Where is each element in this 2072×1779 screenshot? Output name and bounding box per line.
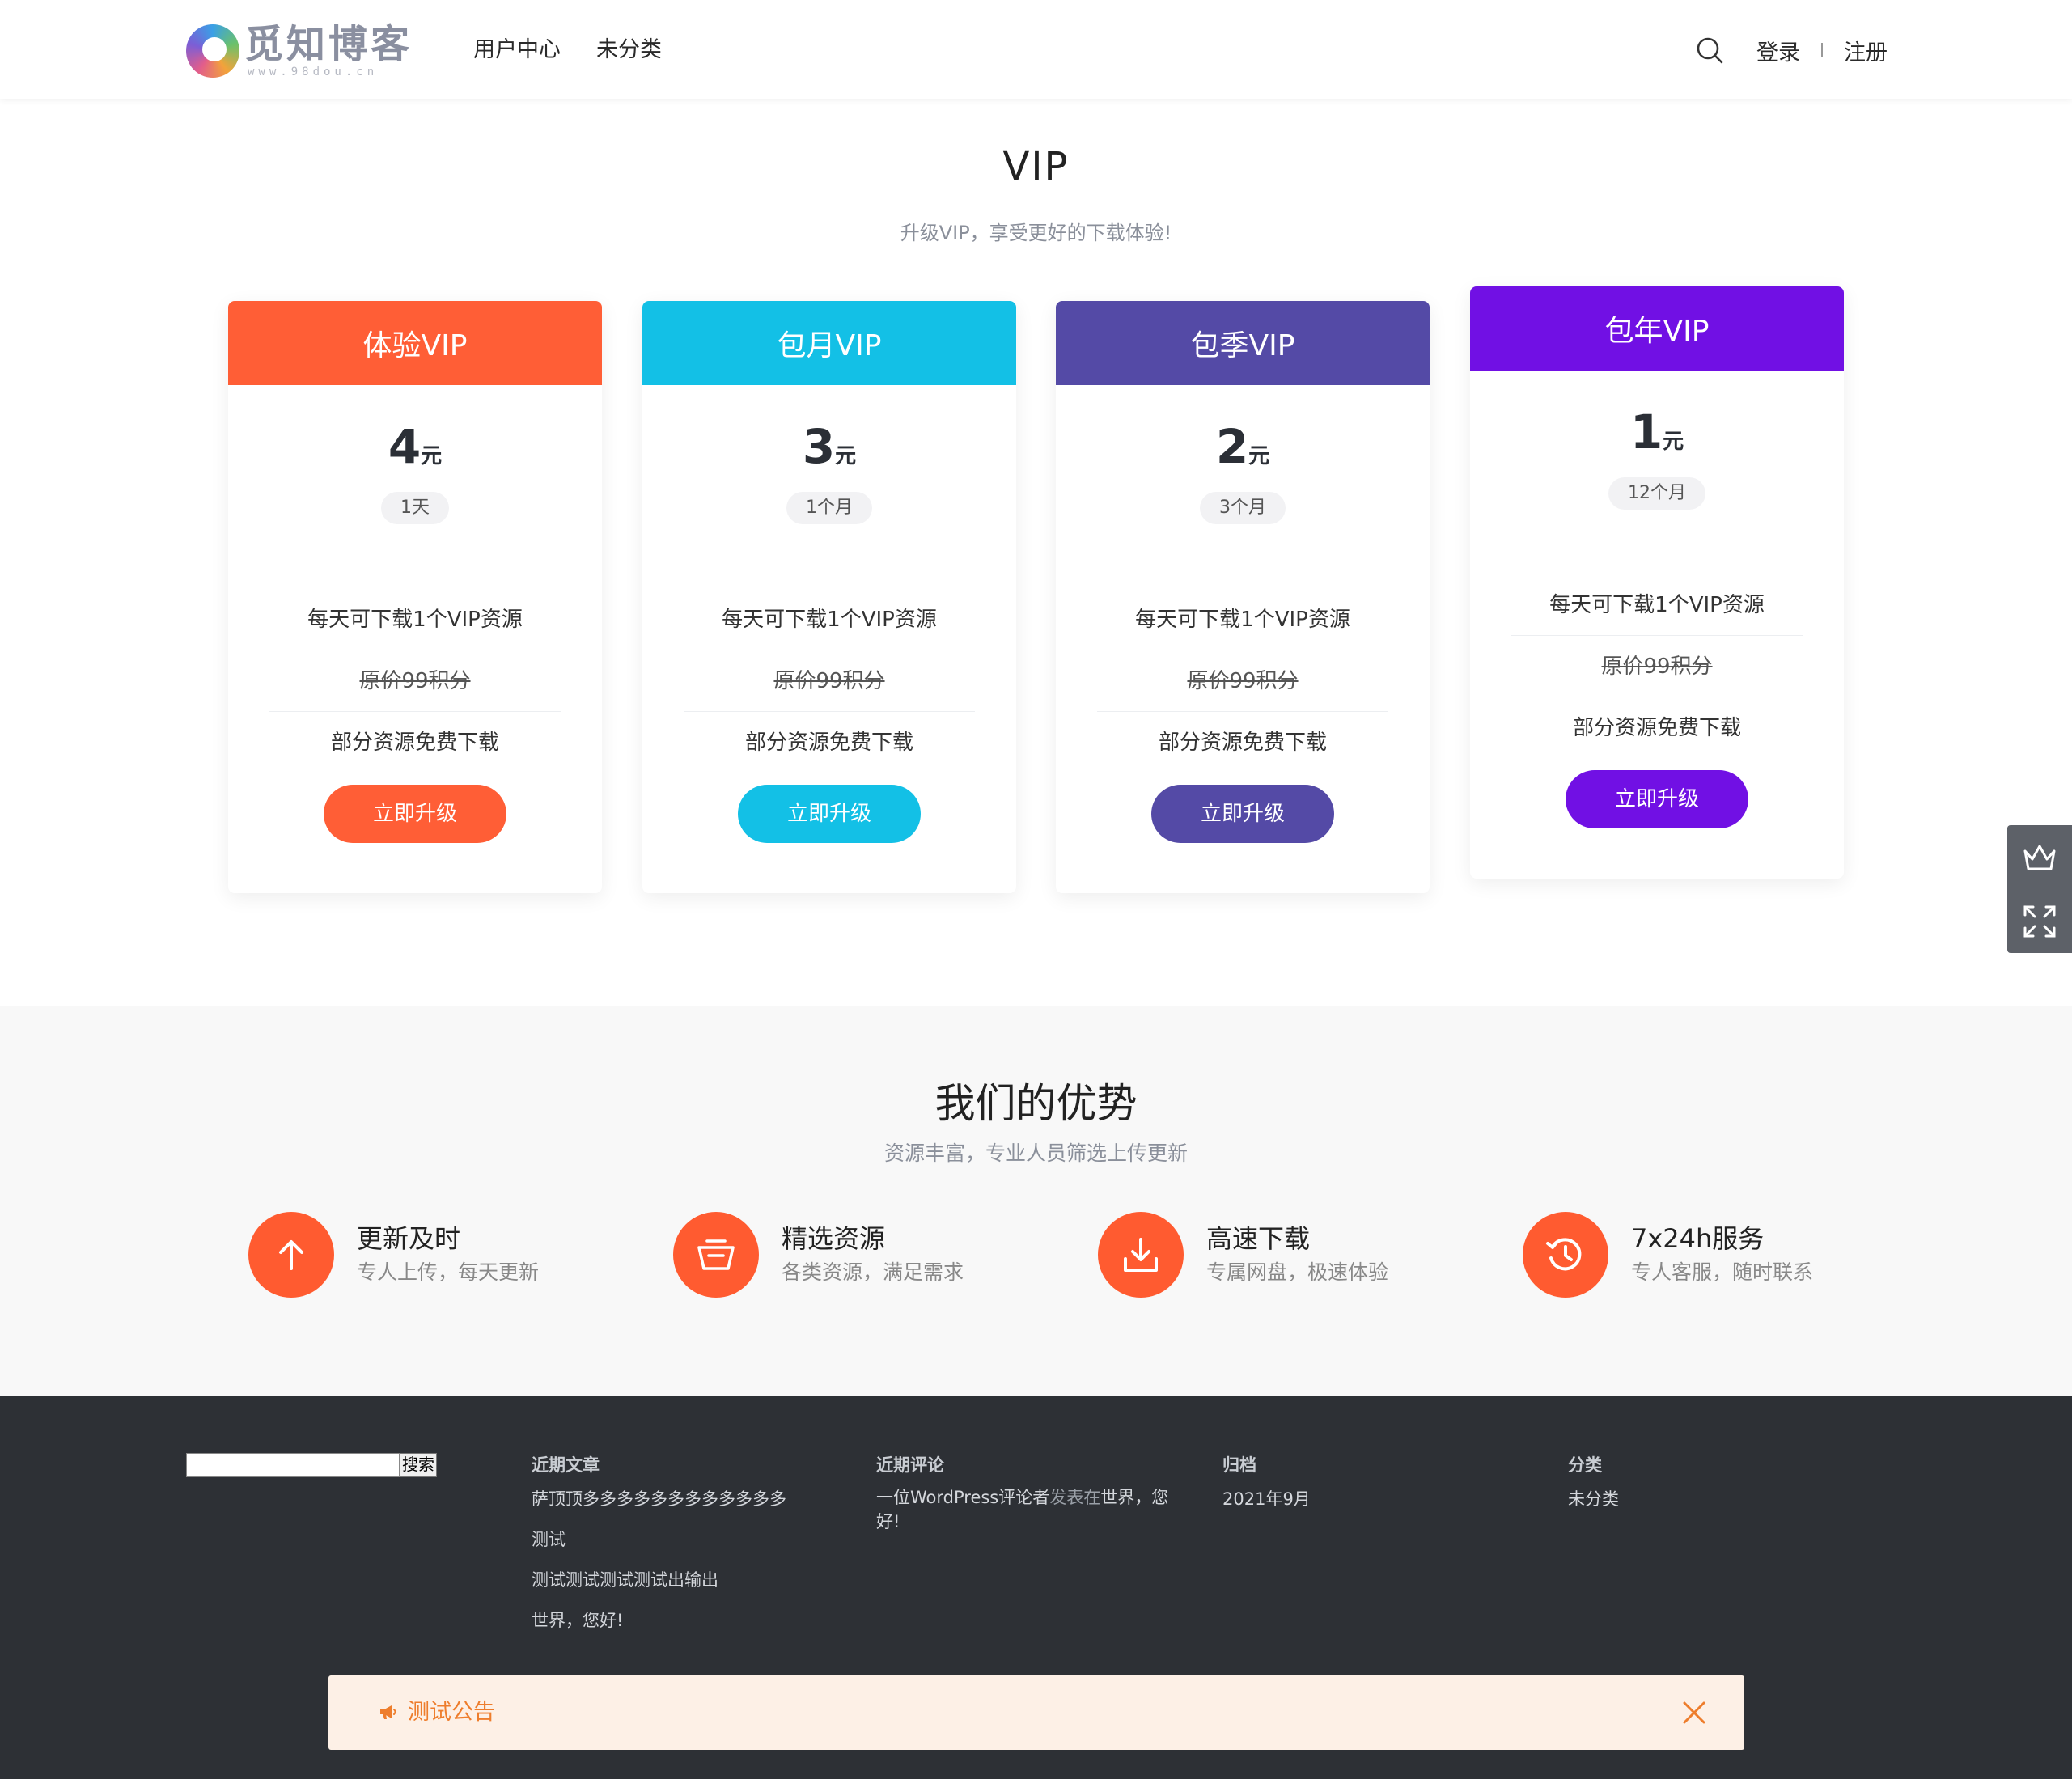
plan-header: 包年VIP	[1470, 286, 1844, 371]
main-nav: 用户中心 未分类	[473, 32, 662, 68]
advantage-name: 7x24h服务	[1631, 1223, 1765, 1254]
plan-period: 3个月	[1200, 492, 1286, 524]
footer-search-input[interactable]	[186, 1453, 400, 1477]
upgrade-button[interactable]: 立即升级	[738, 785, 921, 843]
archive-title: 归档	[1222, 1455, 1256, 1475]
advantage-desc: 专人上传，每天更新	[357, 1260, 540, 1284]
basket-icon	[697, 1239, 735, 1270]
comment-author-link[interactable]: 一位WordPress评论者	[876, 1488, 1049, 1507]
vip-section-title: VIP	[1002, 144, 1070, 189]
archive-link[interactable]: 2021年9月	[1222, 1479, 1530, 1519]
advantage-item: 更新及时 专人上传，每天更新	[248, 1212, 539, 1298]
plan-header: 包月VIP	[642, 301, 1016, 385]
advantage-desc: 专属网盘，极速体验	[1206, 1260, 1389, 1284]
advantage-item: 高速下载 专属网盘，极速体验	[1098, 1212, 1388, 1298]
recent-post-link[interactable]: 世界，您好!	[532, 1600, 839, 1641]
recent-comment: 一位WordPress评论者发表在世界，您好!	[876, 1485, 1184, 1534]
advantage-name: 高速下载	[1206, 1223, 1311, 1254]
plan-price: 2元	[1215, 419, 1270, 474]
history-icon	[1546, 1238, 1582, 1271]
megaphone-icon	[380, 1705, 396, 1719]
plan-header: 体验VIP	[228, 301, 602, 385]
recent-posts-title: 近期文章	[532, 1455, 600, 1475]
logo-mark-icon	[186, 24, 239, 78]
logo-title: 觅知博客	[244, 22, 413, 67]
upgrade-button[interactable]: 立即升级	[1566, 770, 1748, 828]
plan-feature: 每天可下载1个VIP资源	[684, 589, 975, 650]
plan-original-price: 原价99积分	[684, 650, 975, 712]
plan-original-price: 原价99积分	[1511, 636, 1803, 697]
site-header: 觅知博客 www.98dou.cn 用户中心 未分类 登录 注册	[0, 0, 2072, 99]
vip-plan-card: 包月VIP 3元 1个月 每天可下载1个VIP资源 原价99积分 部分资源免费下…	[642, 301, 1016, 893]
close-icon[interactable]	[1680, 1698, 1709, 1727]
download-icon	[1124, 1238, 1158, 1272]
plan-header: 包季VIP	[1056, 301, 1430, 385]
upgrade-button[interactable]: 立即升级	[1151, 785, 1334, 843]
search-icon[interactable]	[1695, 36, 1724, 65]
plan-period: 1天	[381, 492, 449, 524]
advantage-desc: 专人客服，随时联系	[1631, 1260, 1814, 1284]
footer-search: 搜索	[186, 1453, 437, 1477]
logo-subtitle: www.98dou.cn	[248, 66, 379, 78]
category-widget: 分类 未分类	[1568, 1453, 1875, 1519]
advantages-section: 我们的优势 资源丰富，专业人员筛选上传更新 更新及时 专人上传，每天更新 精选资…	[0, 1006, 2072, 1396]
fullscreen-side-button[interactable]	[2007, 889, 2072, 953]
plan-feature: 每天可下载1个VIP资源	[1097, 589, 1388, 650]
plan-feature: 每天可下载1个VIP资源	[269, 589, 561, 650]
nav-user-center[interactable]: 用户中心	[473, 32, 561, 68]
plan-original-price: 原价99积分	[1097, 650, 1388, 712]
plan-period: 1个月	[786, 492, 872, 524]
comment-on-text: 发表在	[1049, 1488, 1101, 1507]
arrow-up-icon	[279, 1240, 303, 1270]
category-title: 分类	[1568, 1455, 1602, 1475]
vip-side-button[interactable]	[2007, 825, 2072, 889]
advantage-item: 7x24h服务 专人客服，随时联系	[1523, 1212, 1813, 1298]
archive-widget: 归档 2021年9月	[1222, 1453, 1530, 1519]
plan-period: 12个月	[1608, 477, 1705, 510]
recent-post-link[interactable]: 测试	[532, 1519, 839, 1560]
advantage-item: 精选资源 各类资源，满足需求	[673, 1212, 964, 1298]
advantages-title: 我们的优势	[934, 1080, 1138, 1127]
plan-feature: 部分资源免费下载	[744, 731, 913, 755]
login-link[interactable]: 登录	[1756, 35, 1800, 66]
advantage-name: 更新及时	[357, 1223, 461, 1254]
register-link[interactable]: 注册	[1844, 35, 1888, 66]
plan-original-price: 原价99积分	[269, 650, 561, 712]
advantages-subtitle: 资源丰富，专业人员筛选上传更新	[883, 1142, 1188, 1165]
plan-feature: 部分资源免费下载	[1572, 716, 1741, 740]
recent-post-link[interactable]: 测试测试测试测试出输出	[532, 1560, 839, 1600]
footer-search-button[interactable]: 搜索	[400, 1453, 437, 1477]
plan-features: 每天可下载1个VIP资源 原价99积分 部分资源免费下载	[1097, 589, 1388, 773]
fullscreen-icon	[2023, 905, 2056, 937]
notice-bar: 测试公告	[328, 1675, 1744, 1750]
recent-comments-widget: 近期评论 一位WordPress评论者发表在世界，您好!	[876, 1453, 1184, 1534]
plan-price: 3元	[802, 419, 857, 474]
nav-uncategorized[interactable]: 未分类	[596, 32, 662, 68]
recent-posts-widget: 近期文章 萨顶顶多多多多多多多多多多多多 测试 测试测试测试测试出输出 世界，您…	[532, 1453, 839, 1641]
plan-price: 1元	[1629, 405, 1684, 460]
advantage-name: 精选资源	[782, 1223, 886, 1254]
floating-side-bar	[2007, 825, 2072, 953]
notice-text[interactable]: 测试公告	[408, 1695, 495, 1730]
advantage-desc: 各类资源，满足需求	[782, 1260, 964, 1284]
header-actions: 登录 注册	[1695, 32, 1888, 68]
plan-price: 4元	[388, 419, 443, 474]
plan-feature: 部分资源免费下载	[1158, 731, 1327, 755]
header-divider	[1821, 43, 1823, 57]
upgrade-button[interactable]: 立即升级	[324, 785, 506, 843]
plan-feature: 部分资源免费下载	[330, 731, 499, 755]
vip-section-subtitle: 升级VIP，享受更好的下载体验!	[900, 222, 1172, 244]
category-link[interactable]: 未分类	[1568, 1479, 1875, 1519]
vip-plan-card: 体验VIP 4元 1天 每天可下载1个VIP资源 原价99积分 部分资源免费下载…	[228, 301, 602, 893]
vip-plan-card-featured: 包年VIP 1元 12个月 每天可下载1个VIP资源 原价99积分 部分资源免费…	[1470, 286, 1844, 879]
vip-plan-card: 包季VIP 2元 3个月 每天可下载1个VIP资源 原价99积分 部分资源免费下…	[1056, 301, 1430, 893]
plan-features: 每天可下载1个VIP资源 原价99积分 部分资源免费下载	[269, 589, 561, 773]
plan-features: 每天可下载1个VIP资源 原价99积分 部分资源免费下载	[1511, 574, 1803, 759]
plan-feature: 每天可下载1个VIP资源	[1511, 574, 1803, 636]
plan-features: 每天可下载1个VIP资源 原价99积分 部分资源免费下载	[684, 589, 975, 773]
recent-post-link[interactable]: 萨顶顶多多多多多多多多多多多多	[532, 1479, 839, 1519]
site-logo[interactable]: 觅知博客 www.98dou.cn	[186, 21, 413, 81]
crown-icon	[2023, 845, 2056, 870]
recent-comments-title: 近期评论	[876, 1455, 944, 1475]
